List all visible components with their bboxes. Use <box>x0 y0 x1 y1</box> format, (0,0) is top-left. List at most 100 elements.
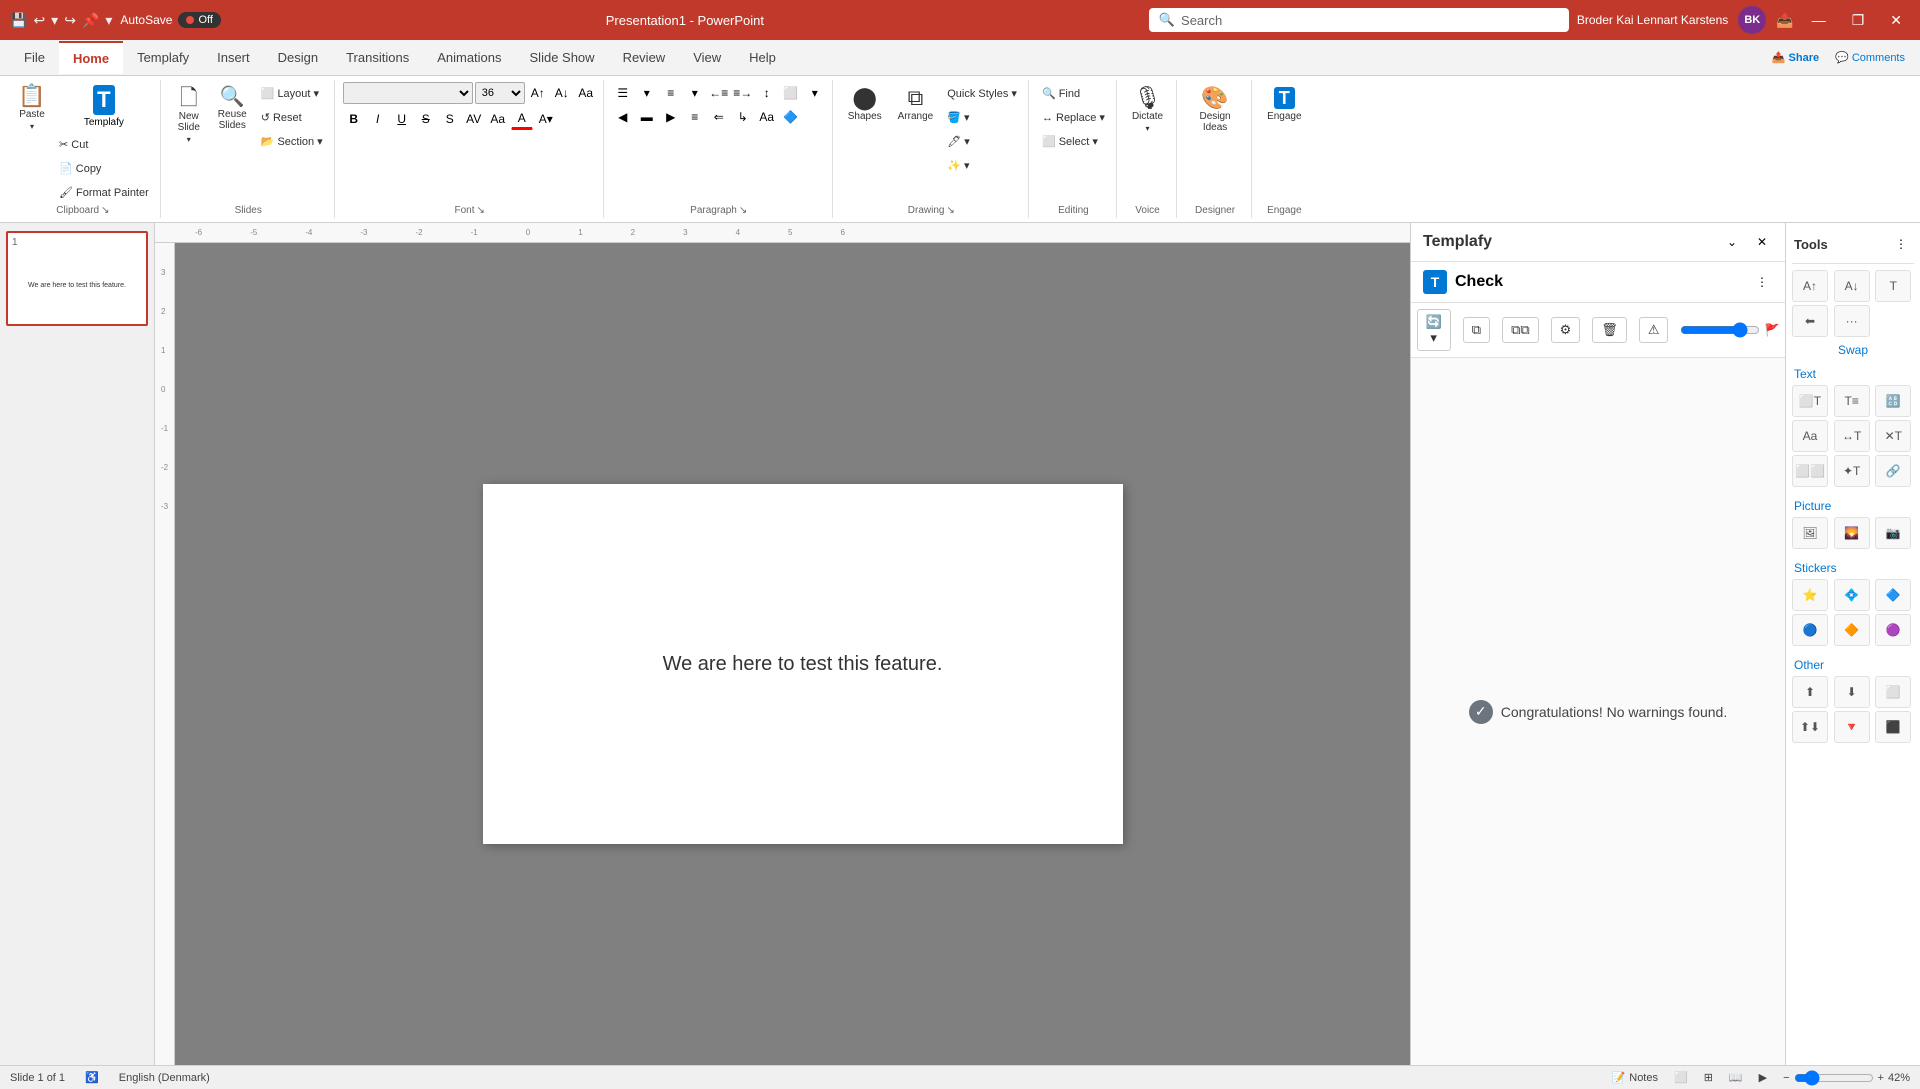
tool-other-6-icon[interactable]: ⬛ <box>1875 711 1911 743</box>
format-painter-button[interactable]: 🖌 Format Painter <box>54 181 154 203</box>
bullets-btn[interactable]: ☰ <box>612 82 634 104</box>
slide-thumbnail-1[interactable]: 1 We are here to test this feature. <box>6 231 148 326</box>
tab-home[interactable]: Home <box>59 41 123 74</box>
font-expand-icon[interactable]: ↘ <box>477 205 485 216</box>
tool-text-align-icon[interactable]: T≡ <box>1834 385 1870 417</box>
tool-sticker-1-icon[interactable]: ⭐ <box>1792 579 1828 611</box>
find-button[interactable]: 🔍 Find <box>1037 82 1110 104</box>
numbering-dropdown[interactable]: ▾ <box>684 82 706 104</box>
engage-button[interactable]: T Engage <box>1260 82 1308 127</box>
underline-btn[interactable]: U <box>391 108 413 130</box>
font-color-btn[interactable]: A <box>511 108 533 130</box>
share-button[interactable]: 📤 Share <box>1767 47 1824 69</box>
autosave-toggle[interactable]: Off <box>178 12 220 28</box>
shadow-btn[interactable]: S <box>439 108 461 130</box>
design-ideas-button[interactable]: 🎨 DesignIdeas <box>1185 82 1245 138</box>
smartart-btn[interactable]: 🔷 <box>780 106 802 128</box>
tool-text-icon[interactable]: T <box>1875 270 1911 302</box>
restore-button[interactable]: ❐ <box>1844 12 1873 29</box>
swap-button[interactable]: Swap <box>1792 341 1914 359</box>
convert-btn[interactable]: Aa <box>756 106 778 128</box>
arrange-button[interactable]: ⧉ Arrange <box>891 82 941 127</box>
customize-qa-icon[interactable]: 📌 <box>82 12 99 29</box>
italic-btn[interactable]: I <box>367 108 389 130</box>
layout-button[interactable]: ⬜ Layout ▾ <box>256 82 328 104</box>
dictate-button[interactable]: 🎙 Dictate ▾ <box>1125 82 1170 138</box>
save-icon[interactable]: 💾 <box>10 12 27 29</box>
line-spacing-btn[interactable]: ↕ <box>756 82 778 104</box>
slideshow-btn[interactable]: ▶ <box>1759 1071 1767 1084</box>
redo-icon[interactable]: ↪ <box>64 12 76 29</box>
tab-animations[interactable]: Animations <box>423 42 515 73</box>
font-size-select[interactable]: 36 <box>475 82 525 104</box>
normal-view-btn[interactable]: ⬜ <box>1674 1071 1688 1084</box>
tool-other-2-icon[interactable]: ⬇ <box>1834 676 1870 708</box>
slide-page[interactable]: We are here to test this feature. <box>483 484 1123 844</box>
replace-button[interactable]: ↔ Replace ▾ <box>1037 106 1110 128</box>
tool-pic-1-icon[interactable]: 🖼 <box>1792 517 1828 549</box>
font-name-select[interactable] <box>343 82 473 104</box>
align-left-btn[interactable]: ◀ <box>612 106 634 128</box>
align-center-btn[interactable]: ▬ <box>636 106 658 128</box>
tool-text-link-icon[interactable]: 🔗 <box>1875 455 1911 487</box>
tool-shrink-icon[interactable]: A↓ <box>1834 270 1870 302</box>
tab-file[interactable]: File <box>10 42 59 73</box>
accessibility-btn[interactable]: ♿ <box>85 1071 99 1084</box>
shape-effects-btn[interactable]: ✨ ▾ <box>942 154 1022 176</box>
zoom-out-btn[interactable]: − <box>1783 1072 1789 1084</box>
decrease-font-btn[interactable]: A↓ <box>551 82 573 104</box>
reading-view-btn[interactable]: 📖 <box>1729 1071 1743 1084</box>
aa-btn[interactable]: Aa <box>487 108 509 130</box>
settings-btn[interactable]: ⚙ <box>1551 317 1581 343</box>
shapes-button[interactable]: ⬤ Shapes <box>841 82 889 127</box>
decrease-indent-btn[interactable]: ←≡ <box>708 82 730 104</box>
tool-sticker-3-icon[interactable]: 🔷 <box>1875 579 1911 611</box>
bold-btn[interactable]: B <box>343 108 365 130</box>
shape-fill-btn[interactable]: 🪣 ▾ <box>942 106 1022 128</box>
shape-outline-btn[interactable]: 🖊 ▾ <box>942 130 1022 152</box>
warning-btn[interactable]: ⚠ <box>1639 317 1669 343</box>
comments-button[interactable]: 💬 Comments <box>1830 47 1910 69</box>
check-more-btn[interactable]: ⋮ <box>1751 271 1773 293</box>
rtl-btn[interactable]: ⇐ <box>708 106 730 128</box>
para-expand-icon[interactable]: ↘ <box>739 205 747 216</box>
new-slide-button[interactable]: 🗋 NewSlide ▾ <box>169 82 209 149</box>
search-box[interactable]: 🔍 Search <box>1149 8 1569 32</box>
select-button[interactable]: ⬜ Select ▾ <box>1037 130 1110 152</box>
tool-sticker-6-icon[interactable]: 🟣 <box>1875 614 1911 646</box>
tool-text-aa-icon[interactable]: Aa <box>1792 420 1828 452</box>
tool-sticker-2-icon[interactable]: 💠 <box>1834 579 1870 611</box>
tool-dots-icon[interactable]: ··· <box>1834 305 1870 337</box>
notes-button[interactable]: 📝 Notes <box>1612 1071 1658 1084</box>
justify-btn[interactable]: ≡ <box>684 106 706 128</box>
tools-more-btn[interactable]: ⋮ <box>1890 233 1912 255</box>
numbering-btn[interactable]: ≡ <box>660 82 682 104</box>
templafy-close-btn[interactable]: ✕ <box>1751 231 1773 253</box>
highlight-btn[interactable]: A▾ <box>535 108 557 130</box>
undo-icon[interactable]: ↩ <box>33 12 45 29</box>
bullets-dropdown[interactable]: ▾ <box>636 82 658 104</box>
tab-help[interactable]: Help <box>735 42 790 73</box>
tool-text-style-icon[interactable]: 🔠 <box>1875 385 1911 417</box>
paste-button[interactable]: 📋 Paste ▾ <box>12 82 52 134</box>
zoom-in-btn[interactable]: + <box>1878 1072 1884 1084</box>
tab-review[interactable]: Review <box>609 42 680 73</box>
spacing-btn[interactable]: AV <box>463 108 485 130</box>
text-dir-btn[interactable]: ↳ <box>732 106 754 128</box>
strikethrough-btn[interactable]: S <box>415 108 437 130</box>
clipboard-expand-icon[interactable]: ↘ <box>101 205 109 216</box>
templafy-collapse-btn[interactable]: ⌄ <box>1721 231 1743 253</box>
tool-text-arrow-icon[interactable]: ↔T <box>1834 420 1870 452</box>
increase-indent-btn[interactable]: ≡→ <box>732 82 754 104</box>
increase-font-btn[interactable]: A↑ <box>527 82 549 104</box>
tab-slideshow[interactable]: Slide Show <box>516 42 609 73</box>
tab-design[interactable]: Design <box>264 42 332 73</box>
delete-btn[interactable]: 🗑 <box>1592 317 1627 343</box>
section-button[interactable]: 📂 Section ▾ <box>256 130 328 152</box>
check-slider[interactable] <box>1680 322 1760 338</box>
tool-other-1-icon[interactable]: ⬆ <box>1792 676 1828 708</box>
tool-sticker-4-icon[interactable]: 🔵 <box>1792 614 1828 646</box>
compare-btn[interactable]: ⧉⧉ <box>1502 317 1539 343</box>
tab-view[interactable]: View <box>679 42 735 73</box>
align-right-btn[interactable]: ▶ <box>660 106 682 128</box>
